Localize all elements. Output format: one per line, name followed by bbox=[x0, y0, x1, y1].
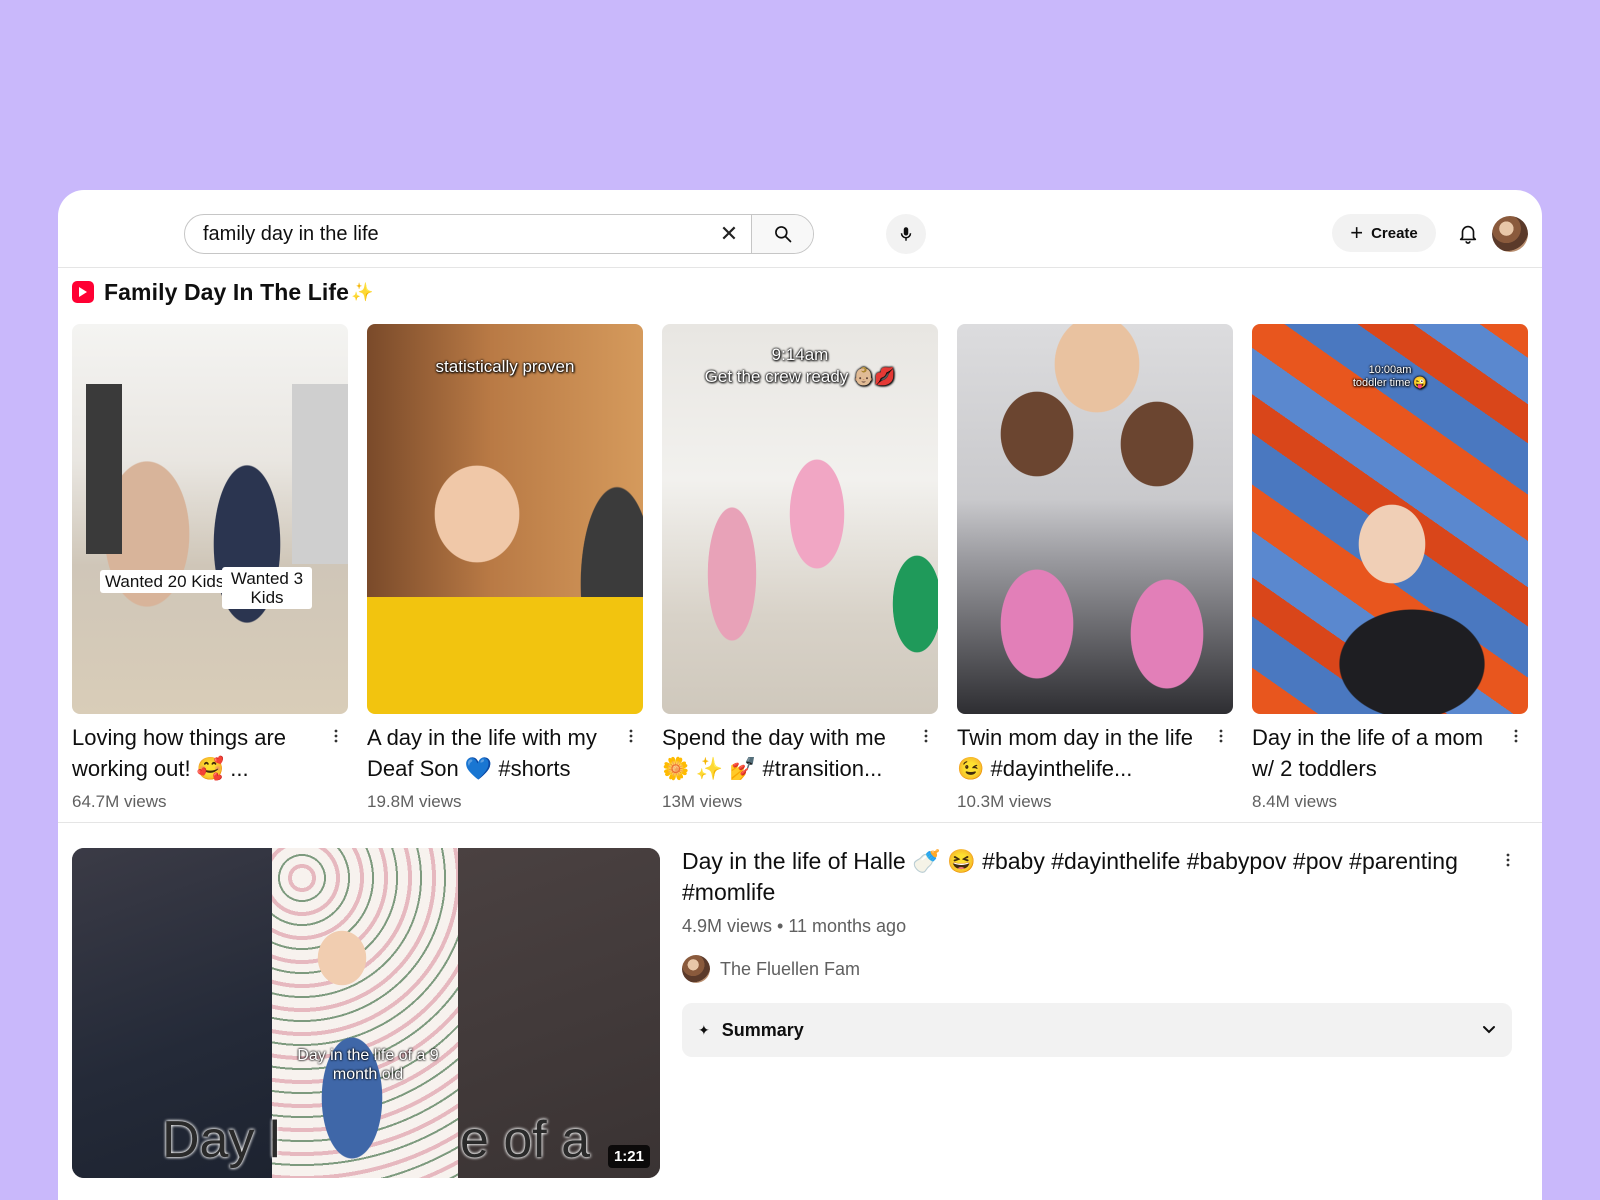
shorts-shelf-header: Family Day In The Life ✨ bbox=[72, 276, 373, 308]
mic-icon bbox=[900, 227, 912, 241]
short-more-button[interactable] bbox=[916, 724, 936, 748]
short-overlay-text: toddler time 😜 bbox=[1352, 377, 1428, 389]
summary-toggle[interactable]: ✦ Summary bbox=[682, 1003, 1512, 1057]
short-views: 19.8M views bbox=[367, 792, 462, 811]
summary-label: Summary bbox=[721, 1019, 804, 1040]
youtube-window: family day in the life ✕ + Create Family… bbox=[58, 190, 1542, 1200]
short-overlay-text: 10:00am bbox=[1368, 364, 1412, 376]
short-overlay-text: statistically proven bbox=[435, 357, 575, 376]
short-card[interactable]: statistically proven A day in the life w… bbox=[367, 324, 643, 811]
kitchen-cabinet bbox=[86, 384, 122, 554]
short-card[interactable]: 10:00am toddler time 😜 Day in the life o… bbox=[1252, 324, 1528, 811]
clear-search-button[interactable]: ✕ bbox=[707, 215, 751, 253]
short-more-button[interactable] bbox=[621, 724, 641, 748]
short-thumbnail[interactable]: 10:00am toddler time 😜 bbox=[1252, 324, 1528, 714]
search-bar: family day in the life ✕ bbox=[184, 214, 814, 254]
search-input[interactable]: family day in the life bbox=[185, 215, 707, 253]
short-overlay-text: Wanted 3 Kids bbox=[222, 567, 312, 609]
short-more-button[interactable] bbox=[1506, 724, 1526, 748]
video-title[interactable]: Day in the life of Halle 🍼 😆 #baby #dayi… bbox=[682, 846, 1482, 908]
short-title[interactable]: Loving how things are working out! 🥰 ... bbox=[72, 722, 320, 784]
video-meta: 4.9M views • 11 months ago bbox=[682, 916, 907, 936]
more-vert-icon bbox=[1219, 729, 1223, 743]
search-icon bbox=[774, 226, 791, 243]
channel-name[interactable]: The Fluellen Fam bbox=[720, 959, 860, 980]
more-vert-icon bbox=[1514, 729, 1518, 743]
notifications-button[interactable] bbox=[1450, 215, 1486, 251]
thumbnail-panel bbox=[272, 848, 458, 1178]
short-thumbnail[interactable]: 9:14am Get the crew ready 👶🏼💋 bbox=[662, 324, 938, 714]
video-info: Day in the life of Halle 🍼 😆 #baby #dayi… bbox=[682, 846, 1522, 1057]
short-overlay-text: Get the crew ready 👶🏼💋 bbox=[704, 367, 896, 386]
section-divider bbox=[58, 822, 1542, 823]
channel-avatar[interactable] bbox=[682, 955, 710, 983]
search-button[interactable] bbox=[751, 215, 813, 253]
kitchen-cabinet bbox=[292, 384, 348, 564]
short-views: 8.4M views bbox=[1252, 792, 1338, 811]
short-thumbnail[interactable] bbox=[957, 324, 1233, 714]
create-button[interactable]: + Create bbox=[1332, 214, 1436, 252]
thumbnail-caption: Day in the life of a 9 month old bbox=[297, 1047, 439, 1083]
more-vert-icon bbox=[1506, 853, 1510, 867]
short-overlay-text: 9:14am bbox=[771, 345, 829, 364]
short-views: 13M views bbox=[662, 792, 743, 811]
video-more-button[interactable] bbox=[1498, 848, 1518, 872]
shelf-title: Family Day In The Life bbox=[104, 278, 350, 305]
youtube-shorts-logo-icon bbox=[72, 281, 94, 303]
shorts-row: Wanted 20 Kids Wanted 3 Kids Loving how … bbox=[72, 324, 1532, 811]
short-title[interactable]: A day in the life with my Deaf Son 💙 #sh… bbox=[367, 722, 615, 784]
create-label: Create bbox=[1371, 224, 1418, 242]
video-thumbnail[interactable]: Day in the life of a 9 month old Day l e… bbox=[72, 848, 660, 1178]
search-query[interactable]: family day in the life bbox=[203, 223, 707, 246]
short-card[interactable]: Twin mom day in the life 😉 #dayinthelife… bbox=[957, 324, 1233, 811]
short-more-button[interactable] bbox=[1211, 724, 1231, 748]
more-vert-icon bbox=[924, 729, 928, 743]
short-thumbnail[interactable]: statistically proven bbox=[367, 324, 643, 714]
short-title[interactable]: Twin mom day in the life 😉 #dayinthelife… bbox=[957, 722, 1205, 784]
short-card[interactable]: Wanted 20 Kids Wanted 3 Kids Loving how … bbox=[72, 324, 348, 811]
bell-icon bbox=[1459, 225, 1477, 244]
short-views: 64.7M views bbox=[72, 792, 167, 811]
plus-icon: + bbox=[1350, 220, 1364, 245]
short-overlay-text: Wanted 20 Kids bbox=[100, 570, 230, 593]
more-vert-icon bbox=[334, 729, 338, 743]
close-icon: ✕ bbox=[719, 221, 739, 246]
more-vert-icon bbox=[629, 729, 633, 743]
short-more-button[interactable] bbox=[326, 724, 346, 748]
sparkle-icon: ✦ bbox=[698, 1021, 710, 1038]
channel-link[interactable]: The Fluellen Fam bbox=[682, 955, 1522, 983]
short-card[interactable]: 9:14am Get the crew ready 👶🏼💋 Spend the … bbox=[662, 324, 938, 811]
top-bar: family day in the life ✕ + Create bbox=[58, 190, 1542, 268]
short-title[interactable]: Spend the day with me 🌼 ✨ 💅 #transition.… bbox=[662, 722, 910, 784]
short-title[interactable]: Day in the life of a mom w/ 2 toddlers bbox=[1252, 722, 1500, 784]
voice-search-button[interactable] bbox=[886, 214, 926, 254]
shelf-title-sparkle: ✨ bbox=[351, 281, 374, 302]
short-views: 10.3M views bbox=[957, 792, 1052, 811]
short-thumbnail[interactable]: Wanted 20 Kids Wanted 3 Kids bbox=[72, 324, 348, 714]
thumbnail-big-text: Day l bbox=[162, 1111, 281, 1169]
account-avatar[interactable] bbox=[1492, 216, 1528, 252]
thumbnail-big-text: e of a bbox=[460, 1111, 591, 1169]
video-duration: 1:21 bbox=[607, 1145, 650, 1168]
chevron-down-icon bbox=[1483, 1026, 1495, 1034]
